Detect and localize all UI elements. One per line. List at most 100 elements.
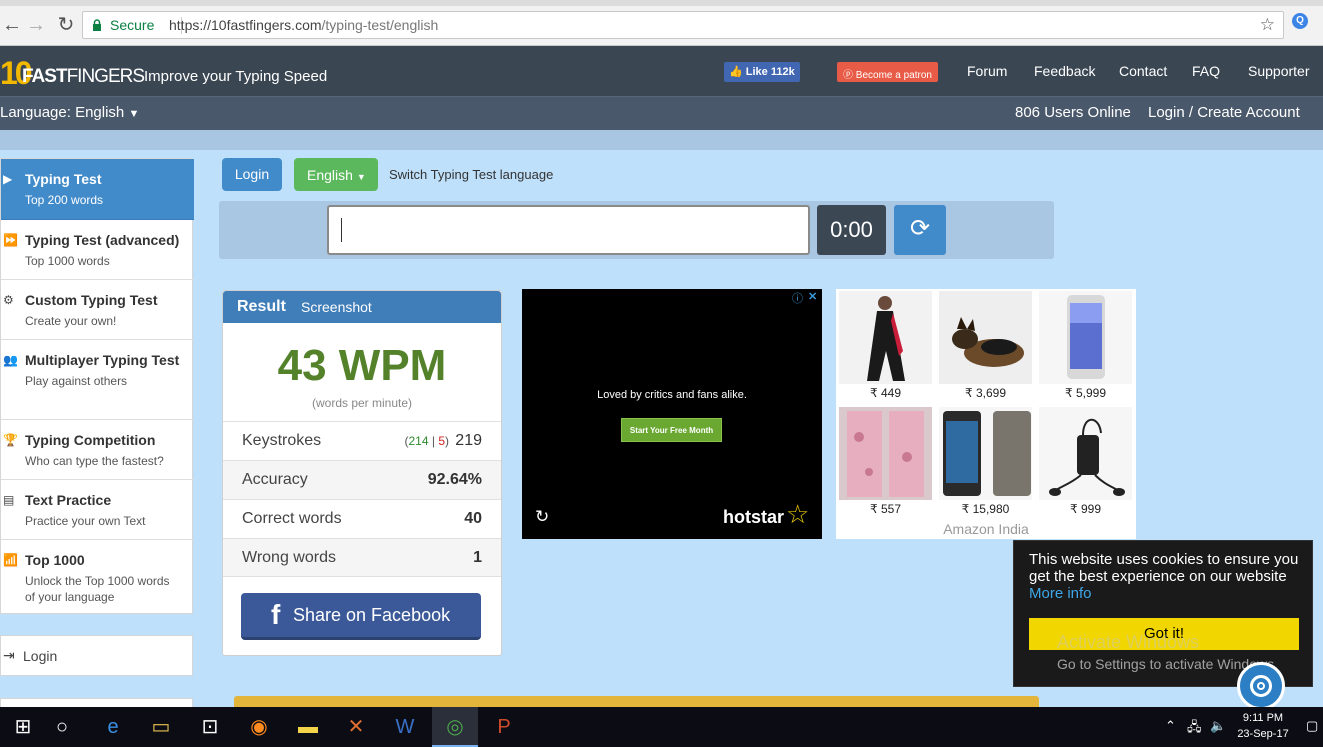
sidebar-item-title: Typing Test (advanced): [25, 232, 180, 248]
cortana-icon[interactable]: ○: [39, 707, 85, 747]
become-patron-button[interactable]: ⓟ Become a patron: [837, 62, 938, 82]
nav-forum[interactable]: Forum: [967, 63, 1007, 79]
language-select-button[interactable]: English ▼: [294, 158, 378, 191]
network-icon[interactable]: 🖧: [1187, 718, 1202, 740]
screenshot-link[interactable]: Screenshot: [301, 299, 372, 315]
typing-input[interactable]: [327, 205, 810, 255]
chevron-down-icon: ▼: [128, 108, 140, 120]
sidebar-item-text-practice[interactable]: ▤ Text Practice Practice your own Text: [1, 480, 194, 540]
correct-words-row: Correct words 40: [223, 499, 501, 538]
cookie-message: This website uses cookies to ensure you …: [1029, 551, 1299, 602]
back-icon[interactable]: ←: [0, 15, 24, 35]
correct-words-value: 40: [464, 510, 482, 527]
hotstar-logo: hotstar: [723, 507, 785, 527]
nav-faq[interactable]: FAQ: [1192, 63, 1220, 79]
edge-icon[interactable]: e: [90, 707, 136, 747]
share-facebook-label: Share on Facebook: [293, 605, 451, 625]
result-panel: Result Screenshot 43 WPM (words per minu…: [222, 290, 502, 656]
extension-icon[interactable]: Q: [1292, 13, 1308, 29]
product-image-dress: [839, 291, 932, 384]
chrome-icon[interactable]: ◎: [432, 707, 478, 747]
sidebar-item-custom-typing-test[interactable]: ⚙ Custom Typing Test Create your own!: [1, 280, 194, 340]
product-price: ₹ 3,699: [965, 386, 1006, 400]
hotstar-star-icon: ☆: [786, 499, 810, 529]
result-header: Result Screenshot: [223, 291, 501, 323]
language-dropdown[interactable]: Language: English ▼: [0, 104, 139, 121]
taskbar-clock[interactable]: 9:11 PM 23-Sep-17: [1233, 710, 1293, 742]
login-button[interactable]: Login: [222, 158, 282, 191]
accuracy-row: Accuracy 92.64%: [223, 460, 501, 499]
ad-replay-icon[interactable]: ↻: [535, 507, 549, 527]
product-tile[interactable]: ₹ 449: [837, 289, 934, 403]
sidebar: ▶ Typing Test Top 200 words ⏩ Typing Tes…: [0, 158, 194, 614]
store-icon[interactable]: ⊡: [187, 707, 233, 747]
product-price: ₹ 449: [870, 386, 901, 400]
thumbs-up-icon: 👍: [729, 66, 746, 78]
ad-close-icon[interactable]: ✕: [808, 290, 817, 303]
ad-cta-button[interactable]: Start Your Free Month: [621, 418, 722, 442]
address-bar[interactable]: Secure https://10fastfingers.com/typing-…: [82, 11, 1284, 39]
wrong-words-value: 1: [473, 549, 482, 566]
share-facebook-button[interactable]: f Share on Facebook: [241, 593, 481, 640]
sidebar-item-typing-test-advanced[interactable]: ⏩ Typing Test (advanced) Top 1000 words: [1, 220, 194, 280]
sidebar-item-title: Top 1000: [25, 552, 85, 568]
accuracy-value: 92.64%: [427, 471, 482, 488]
url-text[interactable]: https://10fastfingers.com/typing-test/en…: [169, 17, 438, 33]
site-logo[interactable]: 10 FASTFINGERS: [0, 51, 145, 91]
trophy-icon: 🏆: [3, 433, 18, 447]
sidebar-login[interactable]: ⇥ Login: [0, 635, 193, 676]
correct-words-label: Correct words: [242, 510, 342, 527]
product-price: ₹ 557: [870, 502, 901, 516]
wpm-subtitle: (words per minute): [311, 396, 413, 410]
patreon-icon: ⓟ: [843, 70, 856, 81]
timer: 0:00: [817, 205, 886, 255]
activate-windows-title: Activate Windows: [1057, 632, 1200, 652]
file-explorer-icon[interactable]: ▭: [138, 707, 184, 747]
clock-time: 9:11 PM: [1242, 712, 1284, 724]
restart-button[interactable]: ⟳: [894, 205, 946, 255]
word-icon[interactable]: W: [382, 707, 428, 747]
product-tile[interactable]: ₹ 15,980: [937, 405, 1034, 519]
keystrokes-row: Keystrokes (214 | 5) 219: [223, 421, 501, 460]
nav-contact[interactable]: Contact: [1119, 63, 1167, 79]
product-tile[interactable]: ₹ 999: [1037, 405, 1134, 519]
forward-icon[interactable]: →: [24, 15, 48, 35]
sidebar-item-multiplayer[interactable]: 👥 Multiplayer Typing Test Play against o…: [1, 340, 194, 420]
product-tile[interactable]: ₹ 3,699: [937, 289, 1034, 403]
xampp-icon[interactable]: ✕: [333, 707, 379, 747]
reload-icon[interactable]: ↻: [54, 15, 78, 35]
nav-supporter[interactable]: Supporter: [1248, 63, 1309, 79]
sidebar-item-top-1000[interactable]: 📶 Top 1000 Unlock the Top 1000 words of …: [1, 540, 194, 614]
firefox-icon[interactable]: ◉: [236, 707, 282, 747]
volume-icon[interactable]: 🔈: [1210, 718, 1226, 734]
sidebar-item-subtitle: Create your own!: [25, 314, 117, 328]
result-title: Result: [237, 298, 286, 315]
sticky-notes-icon[interactable]: ▬: [285, 707, 331, 747]
hotstar-ad[interactable]: ⓘ ✕ Loved by critics and fans alike. Sta…: [522, 289, 822, 539]
tray-chevron-icon[interactable]: ⌃: [1165, 718, 1176, 734]
help-button[interactable]: [1237, 662, 1285, 710]
ad-info-icon[interactable]: ⓘ: [792, 290, 803, 306]
nav-feedback[interactable]: Feedback: [1034, 63, 1095, 79]
document-icon: ▤: [3, 493, 15, 507]
product-image-curtain: [839, 407, 932, 500]
facebook-icon: f: [271, 599, 281, 630]
notifications-icon[interactable]: ▢: [1306, 718, 1318, 734]
sidebar-item-title: Multiplayer Typing Test: [25, 352, 180, 368]
keystrokes-label: Keystrokes: [242, 432, 322, 449]
sidebar-item-subtitle: Play against others: [25, 374, 128, 388]
sidebar-login-label: Login: [23, 648, 58, 664]
bookmark-star-icon[interactable]: ☆: [1260, 15, 1275, 35]
login-create-account-link[interactable]: Login / Create Account: [1148, 104, 1300, 121]
product-tile[interactable]: ₹ 5,999: [1037, 289, 1134, 403]
sidebar-item-typing-competition[interactable]: 🏆 Typing Competition Who can type the fa…: [1, 420, 194, 480]
product-tile[interactable]: ₹ 557: [837, 405, 934, 519]
product-price: ₹ 15,980: [961, 502, 1010, 516]
sidebar-item-typing-test[interactable]: ▶ Typing Test Top 200 words: [1, 159, 194, 220]
powerpoint-icon[interactable]: P: [481, 707, 527, 747]
site-tagline: Improve your Typing Speed: [144, 68, 328, 85]
more-info-link[interactable]: More info: [1029, 585, 1092, 602]
amazon-ad[interactable]: ⓘ ✕ ₹ 449 ₹ 3,699 ₹ 5,999 ₹ 557 ₹ 15,980…: [836, 289, 1136, 539]
users-icon: 👥: [3, 353, 18, 367]
facebook-like-button[interactable]: 👍 Like 112k: [724, 62, 800, 82]
